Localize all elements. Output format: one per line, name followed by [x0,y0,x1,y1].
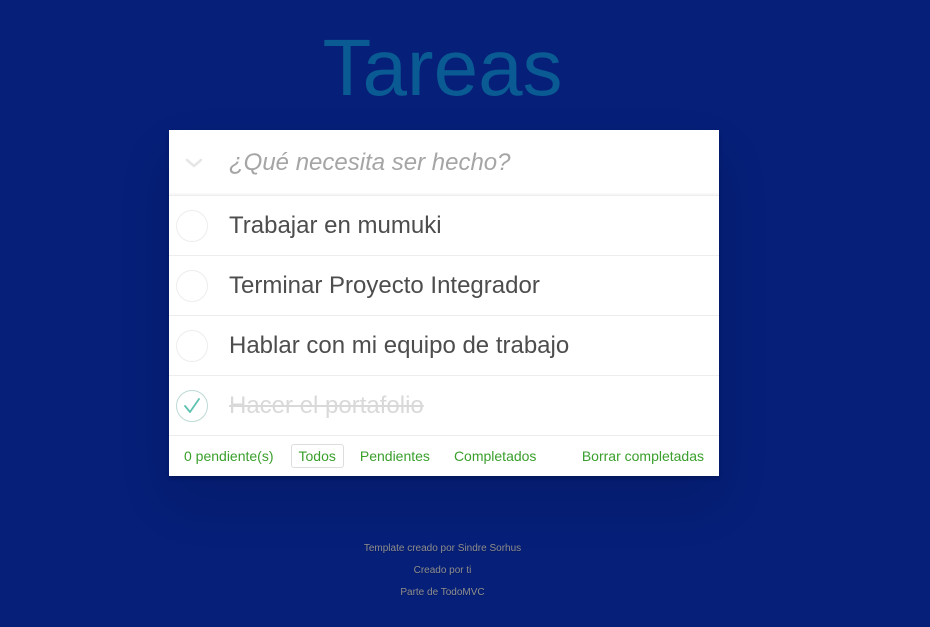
todo-app: Trabajar en mumuki Terminar Proyecto Int… [169,130,719,484]
toggle-all-chevron-down-icon[interactable] [183,152,205,174]
todo-label: Trabajar en mumuki [229,212,442,239]
stack-decoration [174,479,712,484]
pending-count: 0 pendiente(s) [184,448,274,464]
page-title: Tareas [322,23,563,112]
info-footer: Template creado por Sindre Sorhus Creado… [0,538,885,604]
new-todo-input[interactable] [229,142,699,184]
filter-all[interactable]: Todos [290,444,344,468]
todo-checkbox[interactable] [176,270,208,302]
todo-checkbox[interactable] [176,210,208,242]
filter-pending[interactable]: Pendientes [352,444,438,468]
todo-label: Terminar Proyecto Integrador [229,272,540,299]
todo-checkbox-checked[interactable] [176,390,208,422]
clear-completed-button[interactable]: Borrar completadas [582,448,704,464]
todo-item[interactable]: Terminar Proyecto Integrador [169,256,719,316]
info-author-credit: Creado por ti [413,565,472,576]
info-template-credit: Template creado por Sindre Sorhus [363,543,522,554]
checkmark-icon [184,398,200,413]
filter-completed[interactable]: Completados [446,444,545,468]
page: Tareas Trabajar en mumuki Terminar Proye… [0,0,930,627]
todo-label: Hablar con mi equipo de trabajo [229,332,570,359]
info-todomvc: Parte de TodoMVC [400,587,485,598]
todo-item[interactable]: Trabajar en mumuki [169,196,719,256]
todo-label: Hacer el portafolio [229,392,424,419]
filter-tabs: Todos Pendientes Completados [290,444,553,468]
new-todo-row [169,130,719,196]
todo-checkbox[interactable] [176,330,208,362]
todo-item[interactable]: Hablar con mi equipo de trabajo [169,316,719,376]
todo-item-completed[interactable]: Hacer el portafolio [169,376,719,436]
todo-footer: 0 pendiente(s) Todos Pendientes Completa… [169,436,719,476]
todo-list: Trabajar en mumuki Terminar Proyecto Int… [169,196,719,436]
